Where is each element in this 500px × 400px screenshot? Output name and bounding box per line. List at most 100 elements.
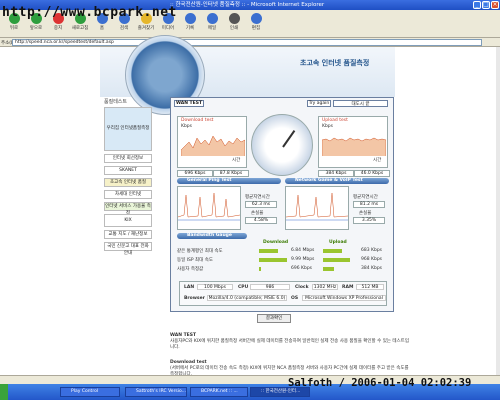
ping-test-header: General Ping Test: [177, 178, 281, 184]
bw-download-value: 9.99 Mbps: [291, 257, 315, 262]
bw-download-header: Download: [263, 240, 289, 245]
bw-download-bar: [259, 267, 261, 271]
os-label: OS: [291, 296, 299, 301]
toolbar-label: 뒤로: [9, 26, 19, 31]
toolbar-label: 기록: [185, 26, 195, 31]
left-menu-item[interactable]: 인터넷 서비스 가용율 측정: [104, 202, 152, 216]
banner-title: 초고속 인터넷 품질측정: [300, 59, 370, 67]
toolbar-button-8[interactable]: 기록: [180, 13, 200, 31]
toolbar-label: 즐겨찾기: [137, 26, 155, 31]
left-menu-item[interactable]: 차세대 인터넷: [104, 190, 152, 199]
ping-loss-label: 손실율: [251, 211, 264, 216]
upload-chart: Upload test Kbps 시간: [318, 116, 388, 168]
game-loss-label: 손실율: [359, 211, 372, 216]
address-input[interactable]: http://speed.nca.or.kr/speedtest/default…: [12, 39, 482, 46]
os-value: Microsoft Windows XP Professional: [302, 295, 386, 301]
bandwidth-header: Bandwidth Gauge: [177, 233, 247, 239]
toolbar-button-10[interactable]: 인쇄: [224, 13, 244, 31]
game-chart: [285, 186, 349, 230]
left-menu-item[interactable]: 교통 지도 / 재난정보: [104, 230, 152, 239]
bw-upload-bar: [323, 249, 343, 253]
upload-time-label: 시간: [373, 158, 382, 163]
download-chart: Download test Kbps 시간: [177, 116, 247, 168]
upload-title: Upload test: [322, 118, 348, 123]
game-test-header: Network Game & VoIP Test: [285, 178, 389, 184]
toolbar-label: 새로고침: [71, 26, 89, 31]
bw-upload-header: Upload: [329, 240, 347, 245]
toolbar-icon: [206, 13, 218, 24]
game-latency-label: 평균지연시간: [353, 195, 378, 200]
scrollbar[interactable]: [496, 47, 500, 384]
download-title: Download test: [181, 118, 214, 123]
upload-variance: 46.0 Kbps: [354, 170, 390, 177]
download-variance: 87.8 Kbps: [213, 170, 249, 177]
try-again-button[interactable]: Try again: [307, 100, 331, 107]
ping-chart: [177, 186, 241, 230]
start-button[interactable]: [0, 384, 8, 400]
left-menu-item[interactable]: 초고속 인터넷 품질: [104, 178, 152, 187]
toolbar-label: 인쇄: [229, 26, 239, 31]
bw-upload-bar: [323, 258, 351, 262]
system-info: LAN 100 Mbps CPU 986 Clock 1302 MHz RAM …: [179, 281, 387, 306]
minimize-button[interactable]: _: [473, 1, 481, 9]
note-download-title: Download test: [170, 360, 207, 365]
clock-value: 1302 MHz: [312, 284, 338, 290]
taskbar-item[interactable]: Play Control: [60, 387, 120, 397]
tab-wan-test[interactable]: WAN TEST: [174, 100, 204, 107]
toolbar-icon: [228, 13, 240, 24]
upload-speed: 384 Kbps: [318, 170, 354, 177]
note-wan-text: 사용자PC와 KIX에 위치한 품질측정 서버간에 실제 데이터를 전송하여 일…: [170, 339, 409, 350]
dial-needle-icon: [282, 130, 296, 148]
ping-latency-value: 62.3 ms: [245, 201, 277, 208]
upload-unit: Kbps: [322, 124, 334, 129]
lan-label: LAN: [184, 285, 195, 290]
browser-value: Mozilla/4.0 (compatible; MSIE 6.0): [207, 295, 287, 301]
left-menu-item[interactable]: 인터넷 회선정보: [104, 154, 152, 163]
bw-download-bar: [259, 258, 287, 262]
test-panel: WAN TEST Try again 대도시 끝 Download test K…: [170, 97, 394, 312]
bw-download-bar: [259, 249, 279, 253]
left-menu-item[interactable]: SKANET: [104, 166, 152, 175]
toolbar-icon: [250, 13, 262, 24]
toolbar-label: 미디어: [161, 26, 175, 31]
maximize-button[interactable]: □: [482, 1, 490, 9]
game-loss-value: 3.35%: [353, 217, 385, 224]
signature-timestamp: Salfoth / 2006-01-04 02:02:39: [288, 377, 472, 389]
toolbar-label: 검색: [119, 26, 129, 31]
lan-value: 100 Mbps: [197, 284, 233, 290]
close-button[interactable]: ×: [491, 1, 499, 9]
toolbar-label: 메일: [207, 26, 217, 31]
location-select[interactable]: 대도시 끝: [333, 100, 388, 107]
toolbar-button-11[interactable]: 편집: [246, 13, 266, 31]
bw-download-value: 696 Kbps: [291, 266, 313, 271]
left-menu-item[interactable]: KIX: [104, 214, 152, 227]
bw-upload-value: 683 Kbps: [361, 248, 383, 253]
left-menu-item[interactable]: 국민 신문고 대표 전화 안내: [104, 242, 152, 256]
bw-upload-value: 384 Kbps: [361, 266, 383, 271]
toolbar-icon: [184, 13, 196, 24]
download-speed: 696 Kbps: [177, 170, 213, 177]
bw-upload-bar: [323, 267, 334, 271]
watermark-url: http://www.bcpark.net: [2, 5, 177, 20]
taskbar-item[interactable]: BCPARK.net :: ...: [190, 387, 248, 397]
left-section-title: 품질테스트: [104, 99, 128, 105]
bw-row-label: 동일 ISP 최대 속도: [177, 258, 214, 263]
toolbar-button-9[interactable]: 메일: [202, 13, 222, 31]
taskbar-item[interactable]: Sattroth's IRC Versio...: [125, 387, 187, 397]
toolbar-label: 앞으로: [29, 26, 43, 31]
toolbar-label: 편집: [251, 26, 261, 31]
download-time-label: 시간: [232, 158, 241, 163]
ping-graph-icon: [177, 192, 241, 221]
window-title: :: 한국전산원-인터넷 품질측정 :: - Microsoft Interne…: [170, 2, 325, 8]
clock-label: Clock: [295, 285, 309, 290]
result-button[interactable]: 결과확인: [257, 314, 291, 323]
toolbar-label: 홈: [99, 26, 105, 31]
left-menu-item[interactable]: 우리집 인터넷품질측정: [104, 107, 152, 151]
note-wan: WAN TEST 사용자PC와 KIX에 위치한 품질측정 서버간에 실제 데이터…: [170, 333, 410, 350]
cpu-value: 986: [250, 284, 290, 290]
toolbar-label: 중지: [53, 26, 63, 31]
game-graph-icon: [285, 192, 349, 221]
browser-label: Browser: [184, 296, 205, 301]
upload-graph-icon: [322, 137, 386, 156]
cpu-label: CPU: [238, 285, 249, 290]
